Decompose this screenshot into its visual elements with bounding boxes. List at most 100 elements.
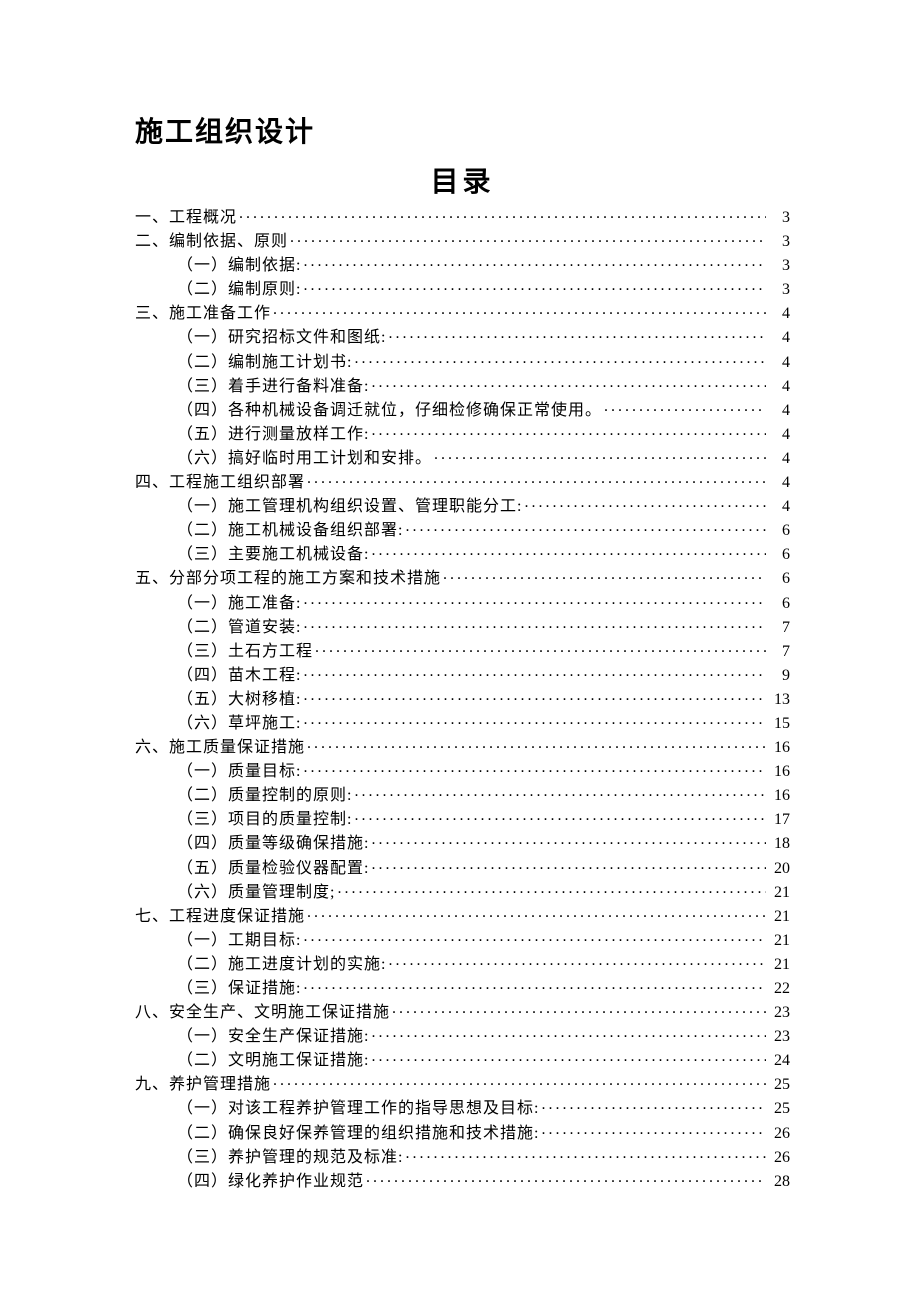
toc-leader-dots (524, 495, 766, 511)
toc-entry-label: 确保良好保养管理的组织措施和技术措施: (228, 1126, 539, 1142)
toc-entry-label: 质量管理制度; (228, 885, 335, 901)
toc-entry-page: 21 (768, 957, 790, 973)
toc-entry-page: 23 (768, 1029, 790, 1045)
toc-entry-label: 工程进度保证措施 (169, 909, 305, 925)
toc-entry-subsection: （一）编制依据:3 (135, 254, 790, 278)
toc-entry-page: 16 (768, 788, 790, 804)
toc-entry-label: 项目的质量控制: (228, 812, 352, 828)
toc-entry-page: 3 (768, 258, 790, 274)
toc-entry-subsection: （一）安全生产保证措施:23 (135, 1025, 790, 1049)
toc-entry-number: （五） (177, 861, 228, 877)
toc-entry-label: 着手进行备料准备: (228, 379, 369, 395)
toc-entry-subsection: （一）工期目标:21 (135, 929, 790, 953)
document-title: 施工组织设计 (135, 110, 790, 150)
toc-entry-label: 质量等级确保措施: (228, 836, 369, 852)
toc-leader-dots (371, 543, 766, 559)
toc-leader-dots (290, 230, 766, 246)
toc-entry-page: 4 (768, 475, 790, 491)
toc-entry-label: 工程概况 (169, 210, 237, 226)
toc-entry-page: 17 (768, 812, 790, 828)
toc-entry-number: （二） (177, 620, 228, 636)
toc-entry-label: 各种机械设备调迁就位，仔细检修确保正常使用。 (228, 403, 602, 419)
toc-entry-number: （三） (177, 379, 228, 395)
toc-leader-dots (371, 375, 766, 391)
toc-entry-subsection: （一）施工准备:6 (135, 592, 790, 616)
document-page: 施工组织设计 目录 一、工程概况3二、编制依据、原则3（一）编制依据:3（二）编… (0, 0, 920, 1254)
toc-entry-page: 3 (768, 282, 790, 298)
toc-entry-section: 三、施工准备工作4 (135, 302, 790, 326)
toc-entry-subsection: （四）苗木工程:9 (135, 664, 790, 688)
toc-entry-label: 进行测量放样工作: (228, 427, 369, 443)
toc-leader-dots (371, 423, 766, 439)
toc-entry-page: 4 (768, 306, 790, 322)
toc-leader-dots (366, 1170, 766, 1186)
toc-entry-page: 3 (768, 234, 790, 250)
toc-entry-page: 6 (768, 523, 790, 539)
toc-entry-number: （五） (177, 427, 228, 443)
toc-entry-subsection: （六）质量管理制度;21 (135, 881, 790, 905)
toc-leader-dots (303, 929, 766, 945)
toc-entry-subsection: （四）绿化养护作业规范28 (135, 1170, 790, 1194)
toc-leader-dots (303, 254, 766, 270)
toc-leader-dots (371, 1025, 766, 1041)
toc-entry-label: 施工机械设备组织部署: (228, 523, 403, 539)
toc-entry-number: （一） (177, 258, 228, 274)
toc-entry-subsection: （五）质量检验仪器配置:20 (135, 857, 790, 881)
toc-entry-label: 养护管理措施 (169, 1077, 271, 1093)
toc-entry-subsection: （一）对该工程养护管理工作的指导思想及目标:25 (135, 1097, 790, 1121)
toc-entry-page: 15 (768, 716, 790, 732)
toc-entry-label: 施工质量保证措施 (169, 740, 305, 756)
toc-entry-number: （四） (177, 668, 228, 684)
toc-entry-label: 草坪施工: (228, 716, 301, 732)
toc-entry-page: 3 (768, 210, 790, 226)
toc-entry-subsection: （三）养护管理的规范及标准:26 (135, 1146, 790, 1170)
toc-entry-label: 施工准备: (228, 596, 301, 612)
toc-entry-number: （五） (177, 692, 228, 708)
toc-entry-page: 4 (768, 330, 790, 346)
toc-entry-page: 6 (768, 571, 790, 587)
toc-entry-subsection: （五）大树移植:13 (135, 688, 790, 712)
toc-entry-number: （三） (177, 812, 228, 828)
toc-leader-dots (303, 616, 766, 632)
toc-entry-label: 编制依据、原则 (169, 234, 288, 250)
toc-entry-subsection: （二）编制施工计划书:4 (135, 351, 790, 375)
toc-entry-section: 五、分部分项工程的施工方案和技术措施6 (135, 567, 790, 591)
toc-entry-subsection: （一）施工管理机构组织设置、管理职能分工:4 (135, 495, 790, 519)
toc-entry-label: 安全生产、文明施工保证措施 (169, 1005, 390, 1021)
toc-entry-number: （二） (177, 1053, 228, 1069)
toc-entry-label: 施工管理机构组织设置、管理职能分工: (228, 499, 522, 515)
toc-entry-page: 26 (768, 1150, 790, 1166)
toc-entry-page: 6 (768, 547, 790, 563)
toc-leader-dots (371, 857, 766, 873)
toc-entry-number: 二、 (135, 234, 169, 250)
toc-entry-label: 工程施工组织部署 (169, 475, 305, 491)
toc-leader-dots (604, 399, 766, 415)
toc-entry-subsection: （五）进行测量放样工作:4 (135, 423, 790, 447)
toc-entry-page: 4 (768, 451, 790, 467)
toc-entry-subsection: （一）研究招标文件和图纸:4 (135, 326, 790, 350)
toc-entry-number: 四、 (135, 475, 169, 491)
toc-entry-subsection: （六）草坪施工:15 (135, 712, 790, 736)
toc-entry-page: 24 (768, 1053, 790, 1069)
toc-leader-dots (388, 953, 766, 969)
toc-leader-dots (405, 1146, 766, 1162)
toc-entry-page: 18 (768, 836, 790, 852)
toc-entry-number: 五、 (135, 571, 169, 587)
toc-entry-label: 文明施工保证措施: (228, 1053, 369, 1069)
toc-entry-number: （二） (177, 355, 228, 371)
toc-entry-subsection: （四）各种机械设备调迁就位，仔细检修确保正常使用。4 (135, 399, 790, 423)
toc-leader-dots (371, 1049, 766, 1065)
toc-entry-number: （一） (177, 764, 228, 780)
toc-leader-dots (303, 977, 766, 993)
toc-entry-number: （二） (177, 788, 228, 804)
toc-entry-number: （二） (177, 282, 228, 298)
toc-entry-number: （三） (177, 1150, 228, 1166)
toc-entry-page: 7 (768, 644, 790, 660)
toc-entry-page: 4 (768, 355, 790, 371)
toc-leader-dots (303, 278, 766, 294)
toc-entry-page: 22 (768, 981, 790, 997)
toc-leader-dots (371, 832, 766, 848)
toc-leader-dots (392, 1001, 766, 1017)
toc-entry-page: 6 (768, 596, 790, 612)
toc-leader-dots (273, 302, 766, 318)
